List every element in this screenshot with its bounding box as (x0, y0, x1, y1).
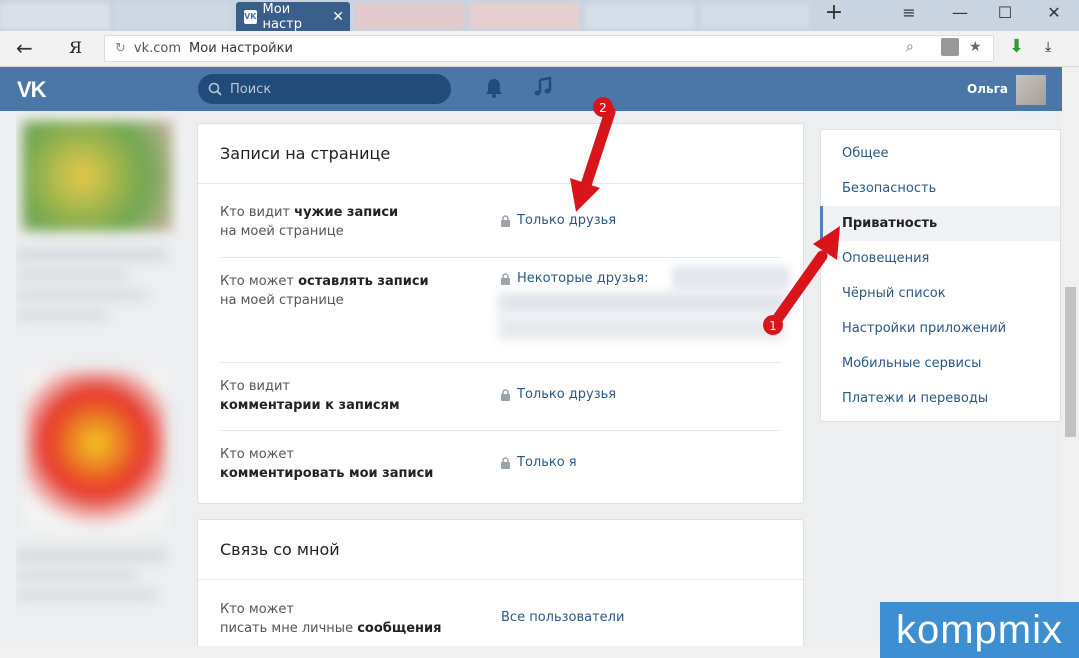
close-icon[interactable]: ✕ (332, 9, 344, 25)
lock-icon[interactable] (941, 38, 959, 56)
section-title: Связь со мной (198, 520, 803, 580)
menu-item-app-settings[interactable]: Настройки приложений (821, 311, 1060, 346)
zoom-icon[interactable]: ⌕ (906, 39, 914, 55)
download-manager-icon[interactable]: ⬇ (1009, 36, 1024, 57)
blurred-text (16, 291, 146, 299)
window-close-icon[interactable]: ✕ (1042, 3, 1066, 22)
posts-settings-panel: Записи на странице Кто видит чужие запис… (197, 123, 804, 504)
setting-row: Кто видит чужие записи на моей странице Т… (220, 184, 781, 258)
setting-row: Кто может оставлять записи на моей страни… (220, 258, 790, 363)
blurred-tab[interactable] (355, 3, 465, 29)
scrollbar-thumb[interactable] (1065, 287, 1076, 437)
blurred-tab[interactable] (700, 3, 810, 29)
lock-icon (501, 456, 510, 469)
setting-label: Кто видит чужие записи на моей странице (220, 205, 399, 239)
blurred-text (16, 571, 136, 579)
menu-icon[interactable]: ≡ (897, 3, 921, 22)
menu-item-privacy[interactable]: Приватность (820, 206, 1060, 241)
url-field[interactable]: ↻ vk.com Мои настройки (104, 35, 994, 62)
setting-label: Кто может оставлять записи на моей страни… (220, 274, 429, 308)
setting-label: Кто может писать мне личные сообщения (220, 602, 442, 636)
blurred-text (16, 551, 166, 559)
reload-icon[interactable]: ↻ (115, 41, 126, 56)
settings-menu: Общее Безопасность Приватность Оповещени… (820, 129, 1061, 422)
vk-logo[interactable]: VK (17, 77, 47, 103)
menu-item-security[interactable]: Безопасность (821, 171, 1060, 206)
search-icon (208, 82, 222, 96)
menu-item-blacklist[interactable]: Чёрный список (821, 276, 1060, 311)
username[interactable]: Ольга (967, 82, 1008, 96)
yandex-icon[interactable]: Я (69, 38, 82, 57)
blurred-friend-names (498, 316, 784, 340)
blurred-text (16, 591, 156, 599)
bell-icon[interactable] (484, 77, 504, 99)
tab-active[interactable]: VK Мои настр ✕ (236, 1, 350, 32)
maximize-icon[interactable]: ☐ (993, 3, 1017, 22)
tab-title: Мои настр (262, 1, 302, 32)
star-icon[interactable]: ★ (969, 39, 982, 55)
vk-favicon-icon: VK (244, 9, 257, 24)
lock-icon (501, 272, 510, 285)
setting-value-dropdown[interactable]: Только друзья (500, 213, 616, 228)
vk-header: VK Поиск Ольга (0, 67, 1079, 111)
setting-label: Кто может комментировать мои записи (220, 447, 434, 481)
menu-item-payments[interactable]: Платежи и переводы (821, 381, 1060, 416)
setting-value-dropdown[interactable]: Только я (500, 455, 577, 470)
address-bar: ← Я ↻ vk.com Мои настройки ⌕ ★ ⬇ ⤓ (0, 31, 1079, 67)
menu-item-general[interactable]: Общее (821, 136, 1060, 171)
menu-item-mobile-services[interactable]: Мобильные сервисы (821, 346, 1060, 381)
contact-settings-panel: Связь со мной Кто может писать мне личные… (197, 519, 804, 658)
blurred-image (22, 121, 172, 231)
back-arrow-icon[interactable]: ← (16, 36, 33, 60)
blurred-image (26, 371, 166, 531)
blurred-text (16, 311, 106, 319)
url-page-title: Мои настройки (189, 41, 293, 56)
url-domain: vk.com (133, 41, 182, 56)
new-tab-icon[interactable]: + (822, 0, 846, 25)
minimize-icon[interactable]: — (948, 3, 972, 22)
blurred-tab[interactable] (470, 3, 580, 29)
blurred-friend-names (672, 266, 790, 290)
search-placeholder: Поиск (230, 81, 272, 97)
blurred-tab[interactable] (0, 3, 110, 29)
browser-tab-bar: VK Мои настр ✕ + ≡ — ☐ ✕ (0, 0, 1079, 32)
setting-label: Кто видит комментарии к записям (220, 379, 400, 413)
music-icon[interactable] (533, 76, 553, 98)
menu-item-notifications[interactable]: Оповещения (821, 241, 1060, 276)
setting-row: Кто видит комментарии к записям Только др… (220, 363, 781, 431)
avatar[interactable] (1016, 75, 1046, 105)
blurred-tab[interactable] (585, 3, 695, 29)
watermark-logo: kompmix (880, 602, 1079, 658)
lock-icon (501, 214, 510, 227)
blurred-friend-names (498, 292, 786, 314)
blurred-tab[interactable] (115, 3, 230, 29)
blurred-text (16, 251, 166, 259)
setting-value-dropdown[interactable]: Некоторые друзья: (500, 271, 648, 286)
setting-value-dropdown[interactable]: Все пользователи (501, 610, 624, 625)
blurred-text (16, 271, 126, 279)
left-feed-blurred (16, 111, 180, 658)
setting-row: Кто может комментировать мои записи Тольк… (220, 431, 781, 501)
search-input[interactable]: Поиск (198, 74, 451, 104)
setting-value-dropdown[interactable]: Только друзья (500, 387, 616, 402)
download-icon[interactable]: ⤓ (1045, 39, 1051, 55)
lock-icon (501, 388, 510, 401)
section-title: Записи на странице (198, 124, 803, 184)
